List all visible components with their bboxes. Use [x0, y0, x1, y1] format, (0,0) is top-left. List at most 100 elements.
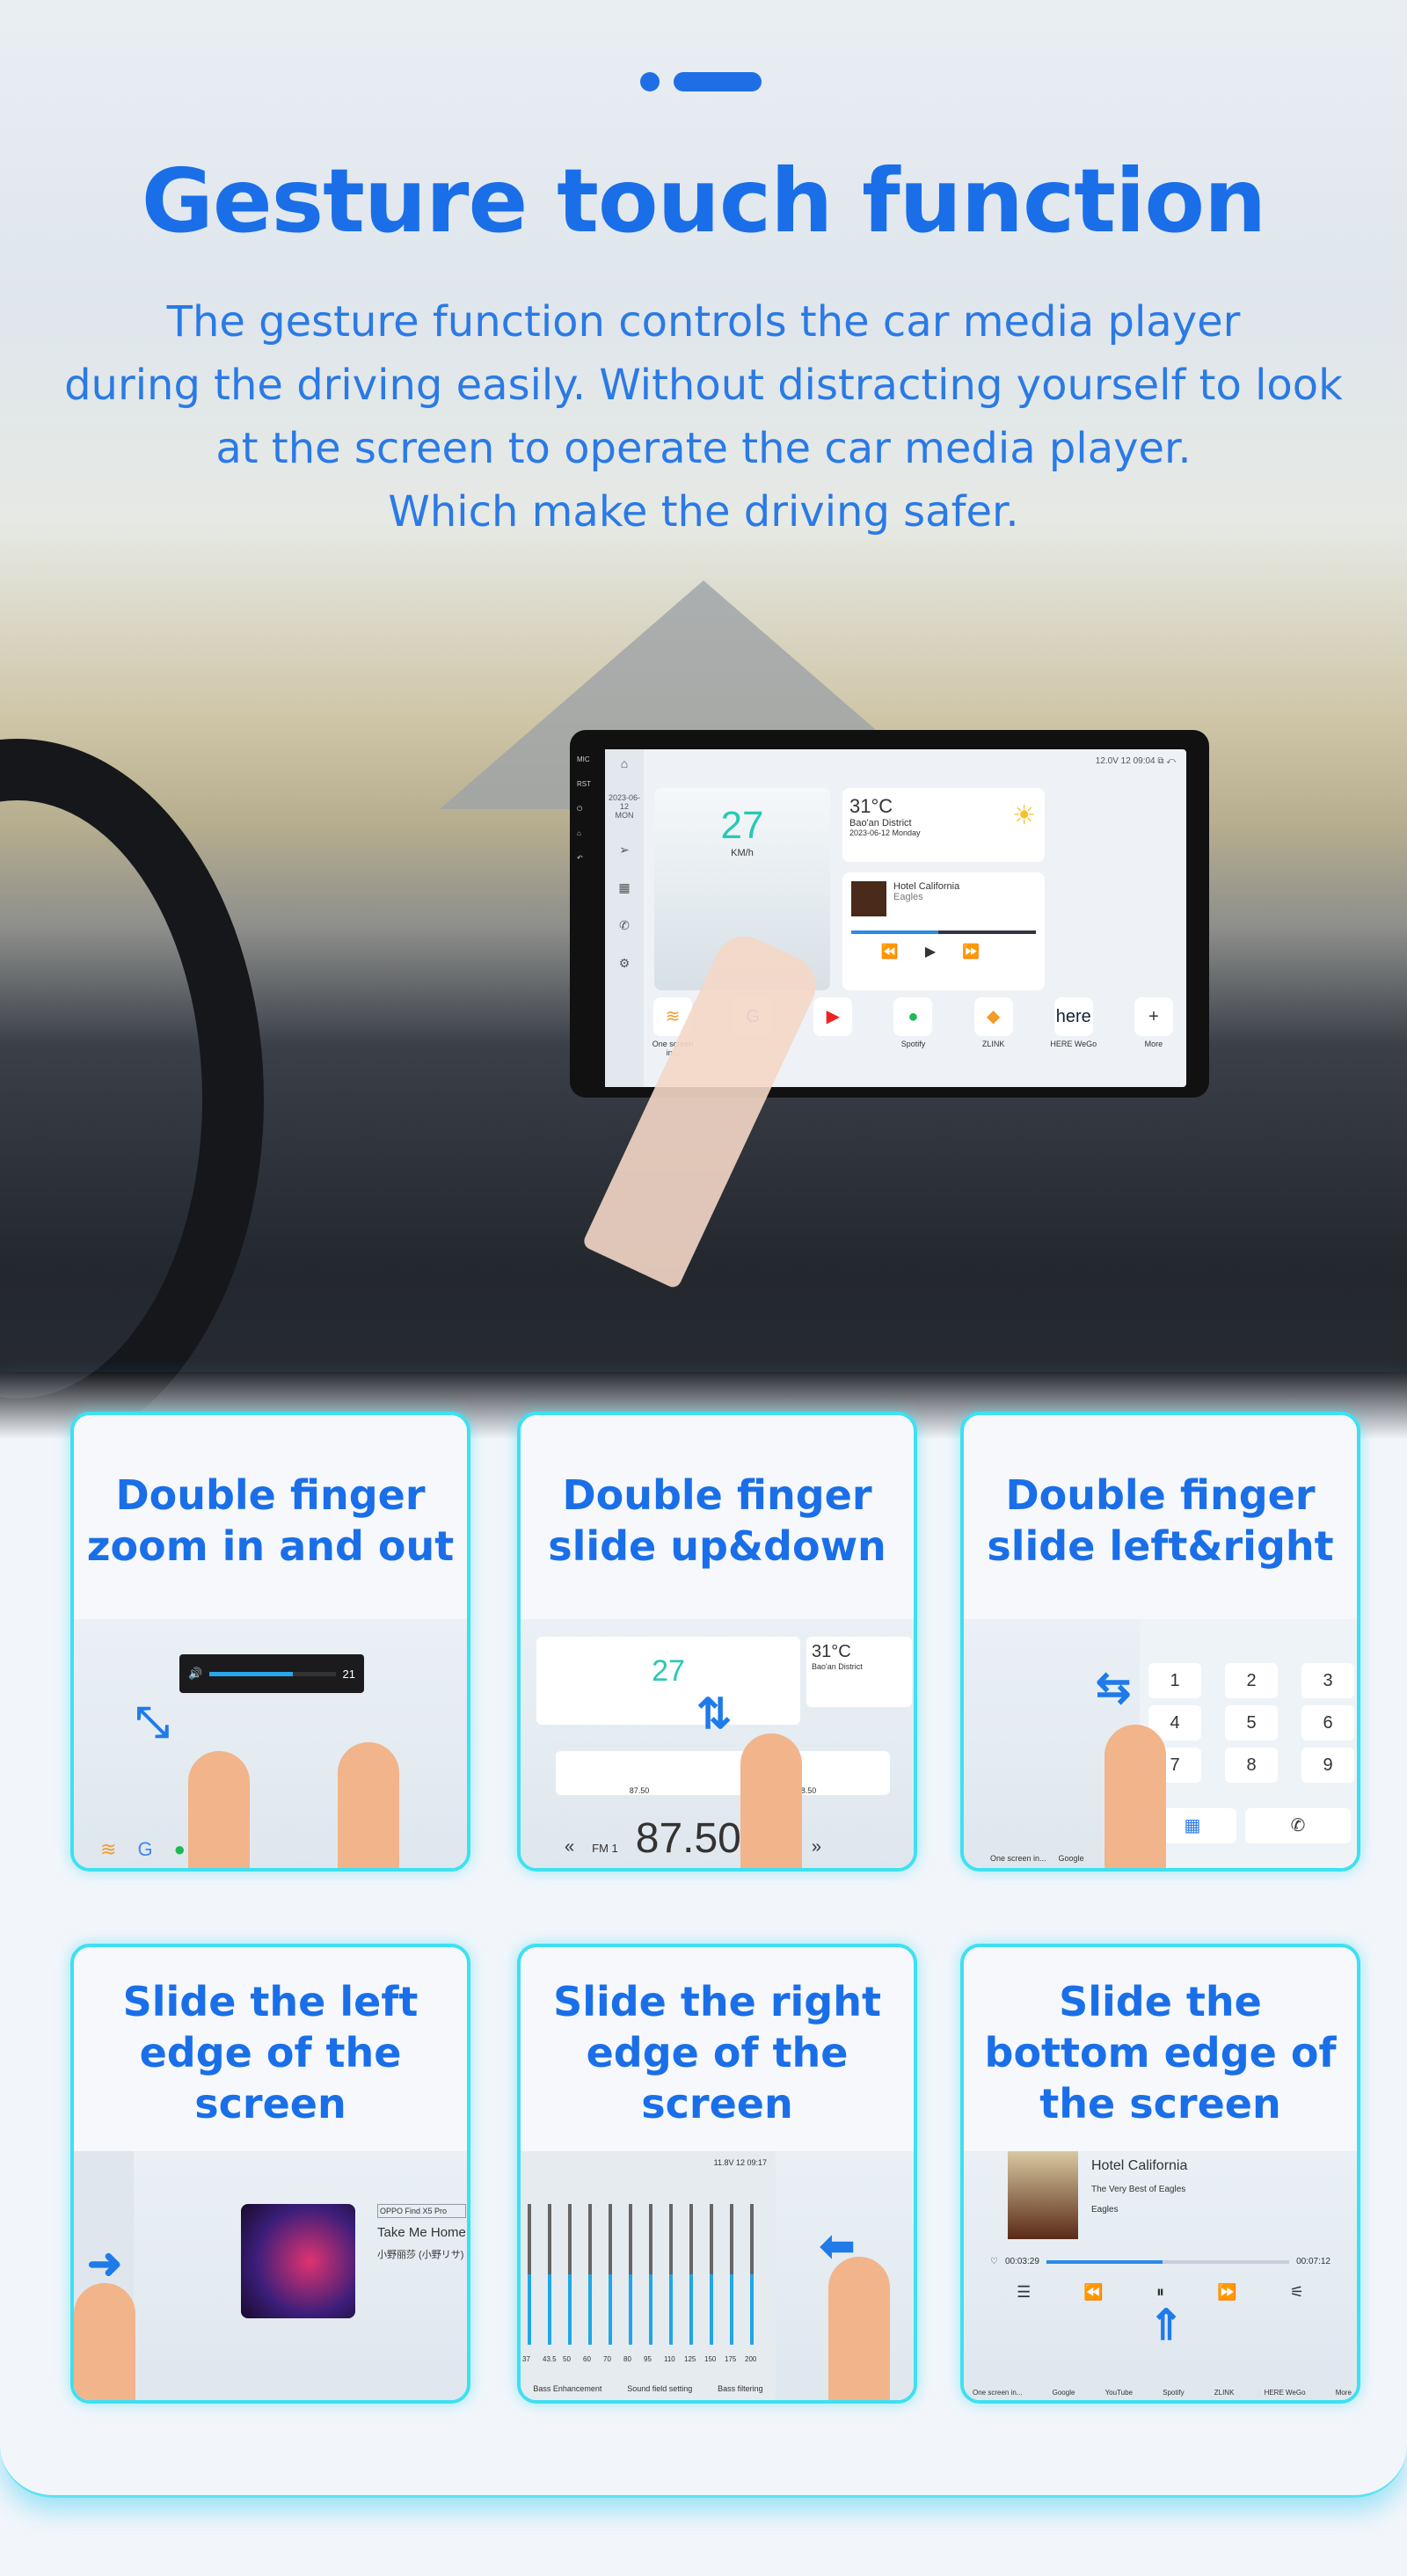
- playback-controls[interactable]: ⏪▶⏩: [851, 943, 1036, 960]
- desc-line: during the driving easily. Without distr…: [64, 361, 1343, 410]
- status-bar: 12.0V 12 09:04 ⧉ ↶: [1095, 756, 1176, 766]
- hand-illustration: [188, 1751, 250, 1868]
- app-here-wego[interactable]: here HERE WeGo: [1050, 997, 1097, 1057]
- track-info: OPPO Find X5 Pro Take Me Home 小野丽莎 (小野リサ): [377, 2204, 466, 2261]
- hand-illustration: [740, 1733, 802, 1868]
- home-icon[interactable]: ⌂: [621, 756, 628, 770]
- desc-line: at the screen to operate the car media p…: [215, 424, 1192, 473]
- desc-line: Which make the driving safer.: [388, 487, 1019, 536]
- up-arrow-icon: ⇑: [1148, 2302, 1185, 2349]
- hand-illustration: [828, 2257, 890, 2400]
- music-widget[interactable]: Hotel California Eagles ⏪▶⏩: [842, 872, 1045, 990]
- eq-slider[interactable]: [609, 2204, 612, 2345]
- playback-controls[interactable]: ☰ ⏪ ⏸ ⏩ ⚟: [990, 2283, 1330, 2302]
- up-down-arrow-icon: ⇅: [696, 1691, 733, 1738]
- eq-slider[interactable]: [730, 2204, 733, 2345]
- card-screenshot: 11.8V 12 09:17 37 43.5 50 60 70 80 95 110 125 150…: [521, 2151, 914, 2400]
- eq-slider[interactable]: [750, 2204, 754, 2345]
- eq-frequency-label: 50: [563, 2355, 571, 2363]
- arrow-icon: ⤡: [135, 1699, 170, 1746]
- eq-frequency-label: 125: [684, 2355, 696, 2363]
- navigation-icon[interactable]: ➢: [619, 843, 630, 857]
- app-spotify[interactable]: ● Spotify: [889, 997, 937, 1057]
- card-left-edge: Slide the left edge of the screen OPPO F…: [70, 1944, 470, 2404]
- steering-wheel: [0, 739, 264, 1460]
- album-art: [241, 2204, 355, 2318]
- eq-slider[interactable]: [568, 2204, 572, 2345]
- hand-illustration: [74, 2283, 135, 2400]
- eq-slider[interactable]: [629, 2204, 632, 2345]
- apps-icon[interactable]: ▦: [618, 880, 630, 895]
- hand-illustration: [1104, 1725, 1166, 1868]
- pagination-dots: [640, 72, 762, 91]
- app-dock: ≋ G ●: [100, 1838, 186, 1860]
- card-slide-up-down: Double finger slide up&down 27 31°C Bao'a…: [517, 1412, 917, 1872]
- eq-frequency-label: 150: [704, 2355, 717, 2363]
- description: The gesture function controls the car me…: [0, 290, 1407, 544]
- eq-frequency-label: 200: [745, 2355, 757, 2363]
- eq-slider[interactable]: [649, 2204, 652, 2345]
- speed-widget: 27: [536, 1637, 800, 1725]
- frequency-scale[interactable]: 87.50 88.50: [556, 1751, 890, 1795]
- eq-frequency-label: 37: [522, 2355, 530, 2363]
- eq-slider[interactable]: [710, 2204, 713, 2345]
- eq-frequency-label: 43.5: [543, 2355, 557, 2363]
- desc-line: The gesture function controls the car me…: [166, 297, 1241, 347]
- album-art: [851, 881, 886, 916]
- card-title: Slide the left edge of the screen: [122, 1978, 419, 2127]
- hand-illustration: [338, 1742, 399, 1868]
- card-title: Slide the right edge of the screen: [553, 1978, 881, 2127]
- weather-widget: 31°C Bao'an District: [806, 1637, 912, 1707]
- dot: [640, 72, 660, 91]
- card-zoom: Double finger zoom in and out 🔊 21 ⤡ ≋ G ●: [70, 1412, 470, 1872]
- sidebar: ⌂ 2023-06-12 MON ➢ ▦ ✆ ⚙: [605, 749, 644, 1087]
- weather-widget[interactable]: 31°C Bao'an District 2023-06-12 Monday ☀: [842, 788, 1045, 862]
- eq-tabs: Bass Enhancement Sound field setting Bass …: [533, 2384, 763, 2393]
- music-progress[interactable]: [851, 930, 1036, 934]
- eq-frequency-label: 175: [725, 2355, 737, 2363]
- card-screenshot: 27 31°C Bao'an District 87.50 88.50 «FM 18…: [521, 1619, 914, 1868]
- card-screenshot: Hotel California The Very Best of Eagles E…: [964, 2151, 1357, 2400]
- volume-popup: 🔊 21: [179, 1654, 364, 1693]
- date: 2023-06-12 MON: [608, 793, 641, 820]
- page-title: Gesture touch function: [141, 150, 1267, 252]
- eq-frequency-label: 95: [644, 2355, 652, 2363]
- head-unit: MIC RST ⏻ ⌂ ↶ ⌂ 2023-06-12 MON ➢ ▦ ✆ ⚙ 12.0V …: [570, 730, 1209, 1098]
- eq-frequency-label: 70: [603, 2355, 611, 2363]
- card-title: Double finger zoom in and out: [86, 1471, 455, 1570]
- app-zlink[interactable]: ◆ ZLINK: [970, 997, 1017, 1057]
- card-title: Slide the bottom edge of the screen: [984, 1978, 1337, 2127]
- card-slide-left-right: Double finger slide left&right 123 456 7…: [960, 1412, 1360, 1872]
- card-bottom-edge: Slide the bottom edge of the screen Hote…: [960, 1944, 1360, 2404]
- equalizer-panel: 11.8V 12 09:17 37 43.5 50 60 70 80 95 110 125 150…: [521, 2151, 776, 2400]
- eq-frequency-label: 110: [664, 2355, 675, 2363]
- card-screenshot: OPPO Find X5 Pro Take Me Home 小野丽莎 (小野リサ) …: [74, 2151, 467, 2400]
- hardware-labels: MIC RST ⏻ ⌂ ↶: [577, 755, 591, 862]
- eq-slider[interactable]: [588, 2204, 592, 2345]
- card-screenshot: 🔊 21 ⤡ ≋ G ●: [74, 1619, 467, 1868]
- app-dock: One screen in... Google: [990, 1854, 1084, 1863]
- weather-sun-icon: ☀: [1012, 801, 1036, 830]
- app-dock: One screen in... Google YouTube Spotify ZLIN…: [973, 2389, 1352, 2397]
- settings-icon[interactable]: ⚙: [619, 956, 631, 971]
- eq-slider[interactable]: [669, 2204, 673, 2345]
- call-icon[interactable]: ✆: [1245, 1808, 1351, 1843]
- card-right-edge: Slide the right edge of the screen 11.8V…: [517, 1944, 917, 2404]
- speaker-icon: 🔊: [188, 1667, 203, 1680]
- left-right-arrow-icon: ⇆: [1096, 1665, 1132, 1711]
- eq-slider[interactable]: [689, 2204, 693, 2345]
- eq-slider[interactable]: [548, 2204, 551, 2345]
- app-youtube[interactable]: ▶: [809, 997, 857, 1057]
- progress-row: ♡ 00:03:29 00:07:12: [990, 2257, 1330, 2266]
- app-more[interactable]: + More: [1130, 997, 1177, 1057]
- eq-slider[interactable]: [528, 2204, 531, 2345]
- card-screenshot: 123 456 789 ▦ ✆ ⇆ One screen in... Google: [964, 1619, 1357, 1868]
- eq-frequency-label: 60: [583, 2355, 591, 2363]
- card-title: Double finger slide left&right: [987, 1471, 1334, 1570]
- phone-icon[interactable]: ✆: [619, 918, 630, 933]
- active-dot: [674, 72, 762, 91]
- card-title: Double finger slide up&down: [548, 1471, 886, 1570]
- right-arrow-icon: ➜: [87, 2241, 123, 2288]
- album-art: [1008, 2151, 1078, 2239]
- dialpad: 123 456 789 ▦ ✆: [1140, 1619, 1357, 1868]
